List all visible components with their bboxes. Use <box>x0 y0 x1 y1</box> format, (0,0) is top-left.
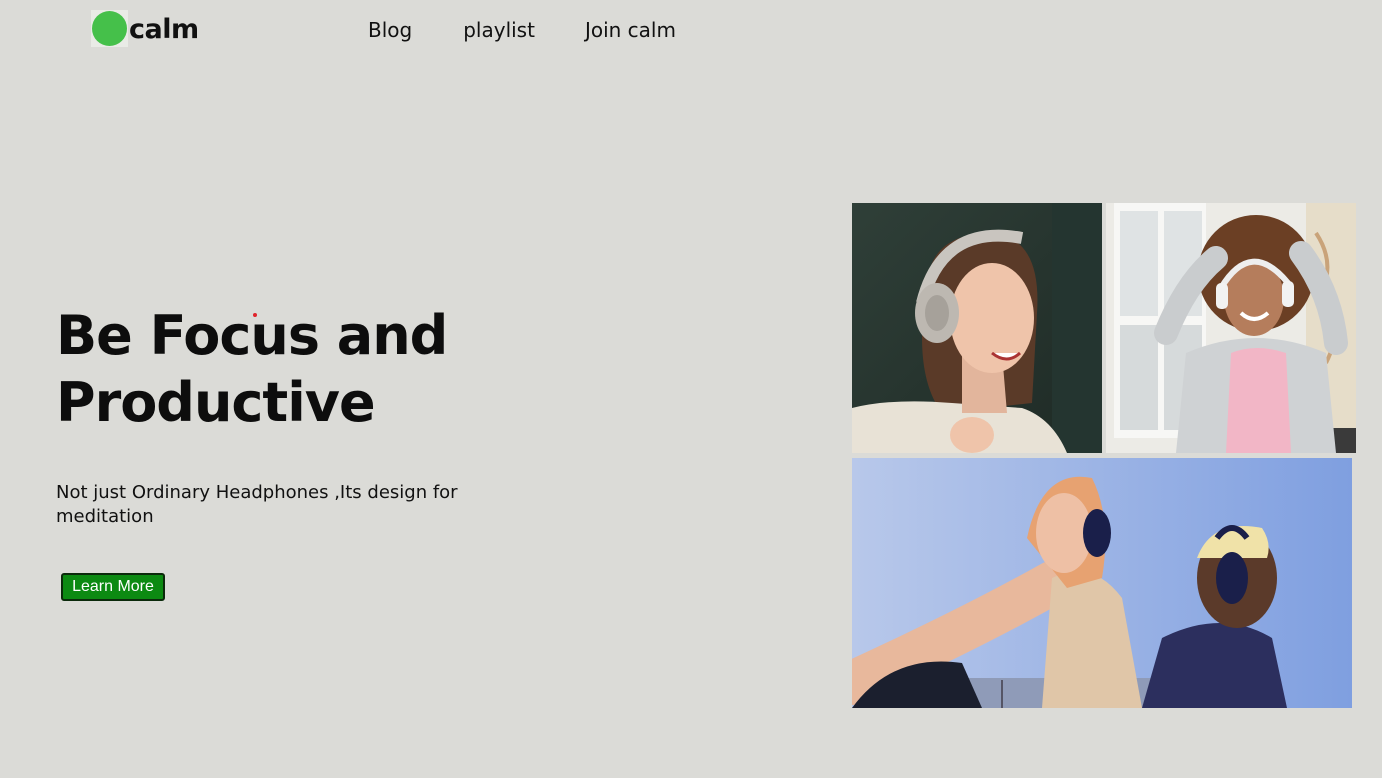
nav-link-join-calm[interactable]: Join calm <box>585 17 676 43</box>
nav-link-playlist[interactable]: playlist <box>463 17 535 43</box>
couple-headphones-photo <box>852 458 1352 708</box>
learn-more-button[interactable]: Learn More <box>61 573 165 601</box>
green-circle-icon <box>91 9 128 47</box>
cursor-dot <box>253 313 257 317</box>
hero-title-line-2: Productive <box>56 371 376 434</box>
dancing-woman-headphones-photo <box>1106 203 1356 453</box>
woman-headphones-photo <box>852 203 1102 453</box>
nav-link-blog[interactable]: Blog <box>368 17 412 43</box>
hero-title: Be Focus and Productive <box>56 302 476 436</box>
hero-title-line-1: Be Focus and <box>56 304 448 367</box>
logo[interactable]: calm <box>91 9 199 47</box>
landing-page: calm Blog playlist Join calm Be Focus an… <box>0 0 1382 778</box>
main-nav: Blog playlist Join calm <box>368 17 676 43</box>
logo-text: calm <box>129 13 199 45</box>
hero-subtitle: Not just Ordinary Headphones ,Its design… <box>56 482 458 527</box>
